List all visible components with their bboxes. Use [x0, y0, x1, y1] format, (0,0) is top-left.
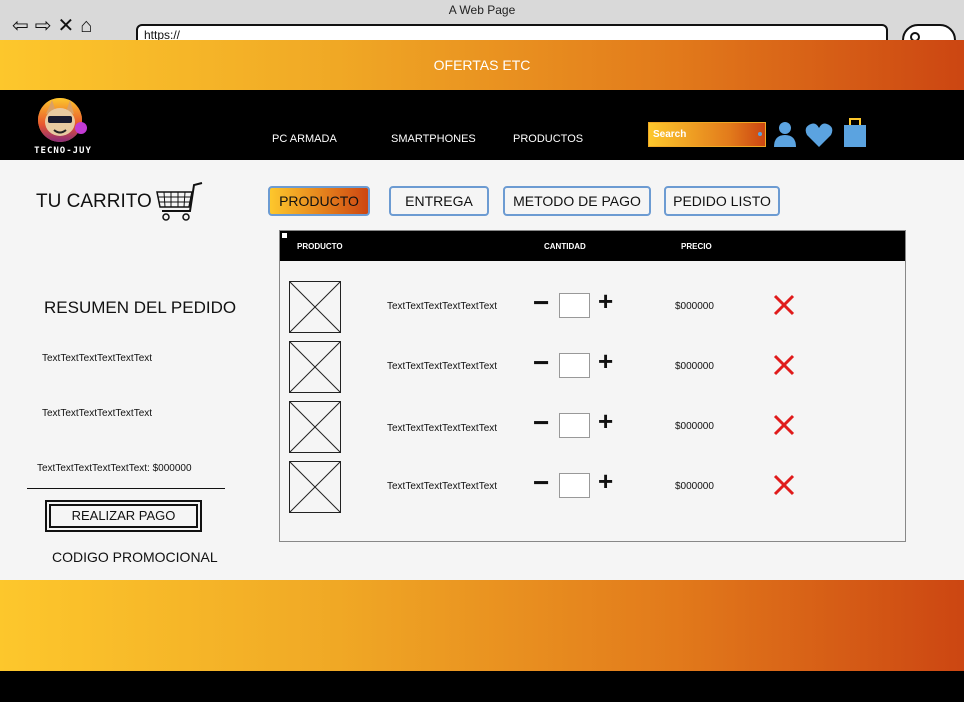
step-tab-metodo-de-pago[interactable]: METODO DE PAGO — [503, 186, 651, 216]
remove-item-icon[interactable] — [772, 413, 796, 437]
table-row: TextTextTextTextTextText − + $000000 — [280, 281, 905, 333]
header-handle-icon — [282, 233, 287, 238]
home-icon[interactable]: ⌂ — [80, 16, 92, 36]
remove-item-icon[interactable] — [772, 473, 796, 497]
nav-link-pc-armada[interactable]: PC ARMADA — [272, 133, 337, 145]
shopping-bag-icon[interactable] — [844, 117, 866, 147]
cart-title: TU CARRITO — [36, 191, 152, 212]
close-icon[interactable]: ✕ — [58, 16, 75, 36]
heart-icon[interactable] — [805, 122, 833, 148]
product-name: TextTextTextTextTextText — [387, 301, 498, 312]
step-tab-producto[interactable]: PRODUCTO — [268, 186, 370, 216]
table-row: TextTextTextTextTextText − + $000000 — [280, 341, 905, 393]
summary-line: TextTextTextTextTextText — [42, 353, 153, 364]
table-row: TextTextTextTextTextText − + $000000 — [280, 461, 905, 513]
summary-divider — [27, 488, 225, 489]
footer-bar — [0, 671, 964, 702]
offers-banner[interactable]: OFERTAS ETC — [0, 40, 964, 90]
decrease-quantity-button[interactable]: − — [533, 409, 549, 437]
product-price: $000000 — [675, 481, 714, 492]
nav-link-productos[interactable]: PRODUCTOS — [513, 133, 583, 145]
product-image-placeholder — [289, 341, 341, 393]
decrease-quantity-button[interactable]: − — [533, 469, 549, 497]
summary-total: TextTextTextTextTextText: $000000 — [37, 463, 192, 474]
nav-link-smartphones[interactable]: SMARTPHONES — [391, 133, 476, 145]
decrease-quantity-button[interactable]: − — [533, 289, 549, 317]
product-name: TextTextTextTextTextText — [387, 481, 498, 492]
header-producto: PRODUCTO — [297, 242, 343, 251]
step-tab-pedido-listo[interactable]: PEDIDO LISTO — [664, 186, 780, 216]
increase-quantity-button[interactable]: + — [598, 468, 613, 494]
checkout-button-label: REALIZAR PAGO — [49, 504, 198, 528]
quantity-input[interactable] — [559, 413, 590, 438]
increase-quantity-button[interactable]: + — [598, 408, 613, 434]
step-tab-entrega[interactable]: ENTREGA — [389, 186, 489, 216]
remove-item-icon[interactable] — [772, 293, 796, 317]
increase-quantity-button[interactable]: + — [598, 288, 613, 314]
product-price: $000000 — [675, 361, 714, 372]
header-precio: PRECIO — [681, 242, 712, 251]
window-title: A Web Page — [448, 3, 516, 17]
quantity-input[interactable] — [559, 293, 590, 318]
product-price: $000000 — [675, 301, 714, 312]
browser-nav: ⇦ ⇨ ✕ ⌂ — [12, 16, 92, 36]
brand-logo[interactable]: TECNO-JUY — [26, 92, 100, 158]
product-image-placeholder — [289, 461, 341, 513]
footer-banner — [0, 580, 964, 671]
quantity-input[interactable] — [559, 353, 590, 378]
remove-item-icon[interactable] — [772, 353, 796, 377]
product-image-placeholder — [289, 401, 341, 453]
product-name: TextTextTextTextTextText — [387, 423, 498, 434]
table-row: TextTextTextTextTextText − + $000000 — [280, 401, 905, 453]
user-icon[interactable] — [774, 121, 796, 147]
increase-quantity-button[interactable]: + — [598, 348, 613, 374]
table-header: PRODUCTO CANTIDAD PRECIO — [280, 231, 905, 261]
decrease-quantity-button[interactable]: − — [533, 349, 549, 377]
checkout-button[interactable]: REALIZAR PAGO — [45, 500, 202, 532]
order-summary-title: RESUMEN DEL PEDIDO — [44, 298, 237, 317]
forward-arrow-icon[interactable]: ⇨ — [35, 16, 52, 36]
promo-code-link[interactable]: CODIGO PROMOCIONAL — [52, 549, 218, 565]
quantity-input[interactable] — [559, 473, 590, 498]
product-name: TextTextTextTextTextText — [387, 361, 498, 372]
summary-line: TextTextTextTextTextText — [42, 408, 153, 419]
search-input[interactable]: Search — [648, 122, 766, 147]
cart-table: PRODUCTO CANTIDAD PRECIO TextTextTextTex… — [279, 230, 906, 542]
back-arrow-icon[interactable]: ⇦ — [12, 16, 29, 36]
browser-chrome: A Web Page ⇦ ⇨ ✕ ⌂ https:// — [0, 0, 964, 48]
shopping-cart-icon — [156, 182, 203, 221]
search-icon[interactable] — [754, 128, 766, 140]
product-image-placeholder — [289, 281, 341, 333]
logo-text: TECNO-JUY — [34, 146, 92, 156]
header-cantidad: CANTIDAD — [544, 242, 586, 251]
product-price: $000000 — [675, 421, 714, 432]
